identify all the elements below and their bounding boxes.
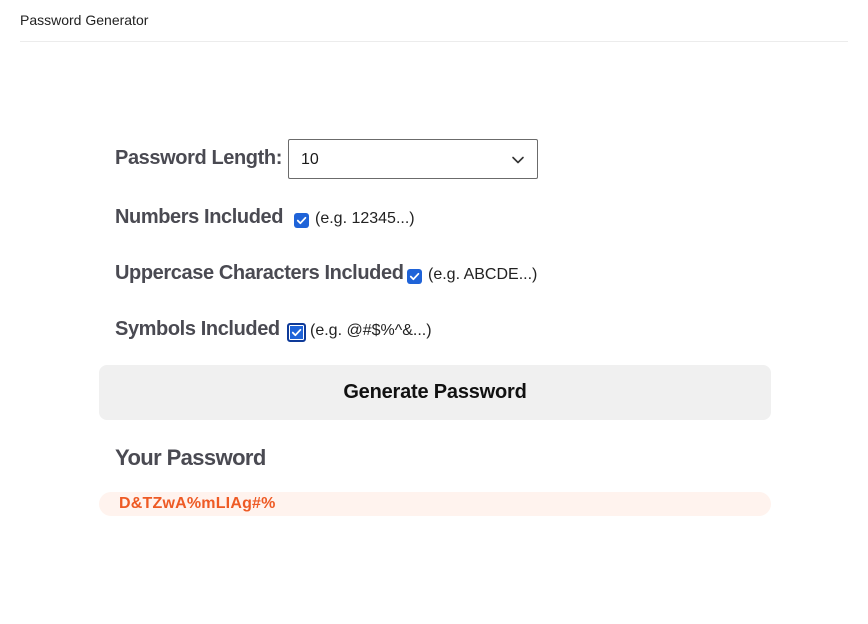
checkmark-icon: [296, 216, 307, 225]
numbers-hint: (e.g. 12345...): [315, 210, 415, 227]
symbols-hint: (e.g. @#$%^&...): [310, 322, 432, 339]
uppercase-hint: (e.g. ABCDE...): [428, 266, 538, 283]
checkmark-icon: [291, 328, 302, 337]
password-output: D&TZwA%mLIAg#%: [99, 492, 771, 516]
app-title: Password Generator: [20, 12, 149, 28]
symbols-included-label: Symbols Included: [115, 318, 280, 340]
generated-password: D&TZwA%mLIAg#%: [119, 495, 276, 512]
generate-password-button[interactable]: Generate Password: [99, 365, 771, 420]
numbers-included-label: Numbers Included: [115, 206, 284, 228]
password-length-select[interactable]: 10: [288, 139, 538, 179]
symbols-checkbox[interactable]: [287, 323, 306, 342]
numbers-checkbox[interactable]: [294, 213, 309, 228]
password-length-label: Password Length:: [115, 147, 282, 169]
password-length-value: 10: [301, 151, 319, 168]
chevron-down-icon: [512, 156, 524, 164]
checkmark-icon: [409, 272, 420, 281]
uppercase-included-label: Uppercase Characters Included: [115, 262, 404, 284]
your-password-heading: Your Password: [115, 445, 266, 470]
top-bar: Password Generator: [20, 0, 848, 42]
uppercase-checkbox[interactable]: [407, 269, 422, 284]
